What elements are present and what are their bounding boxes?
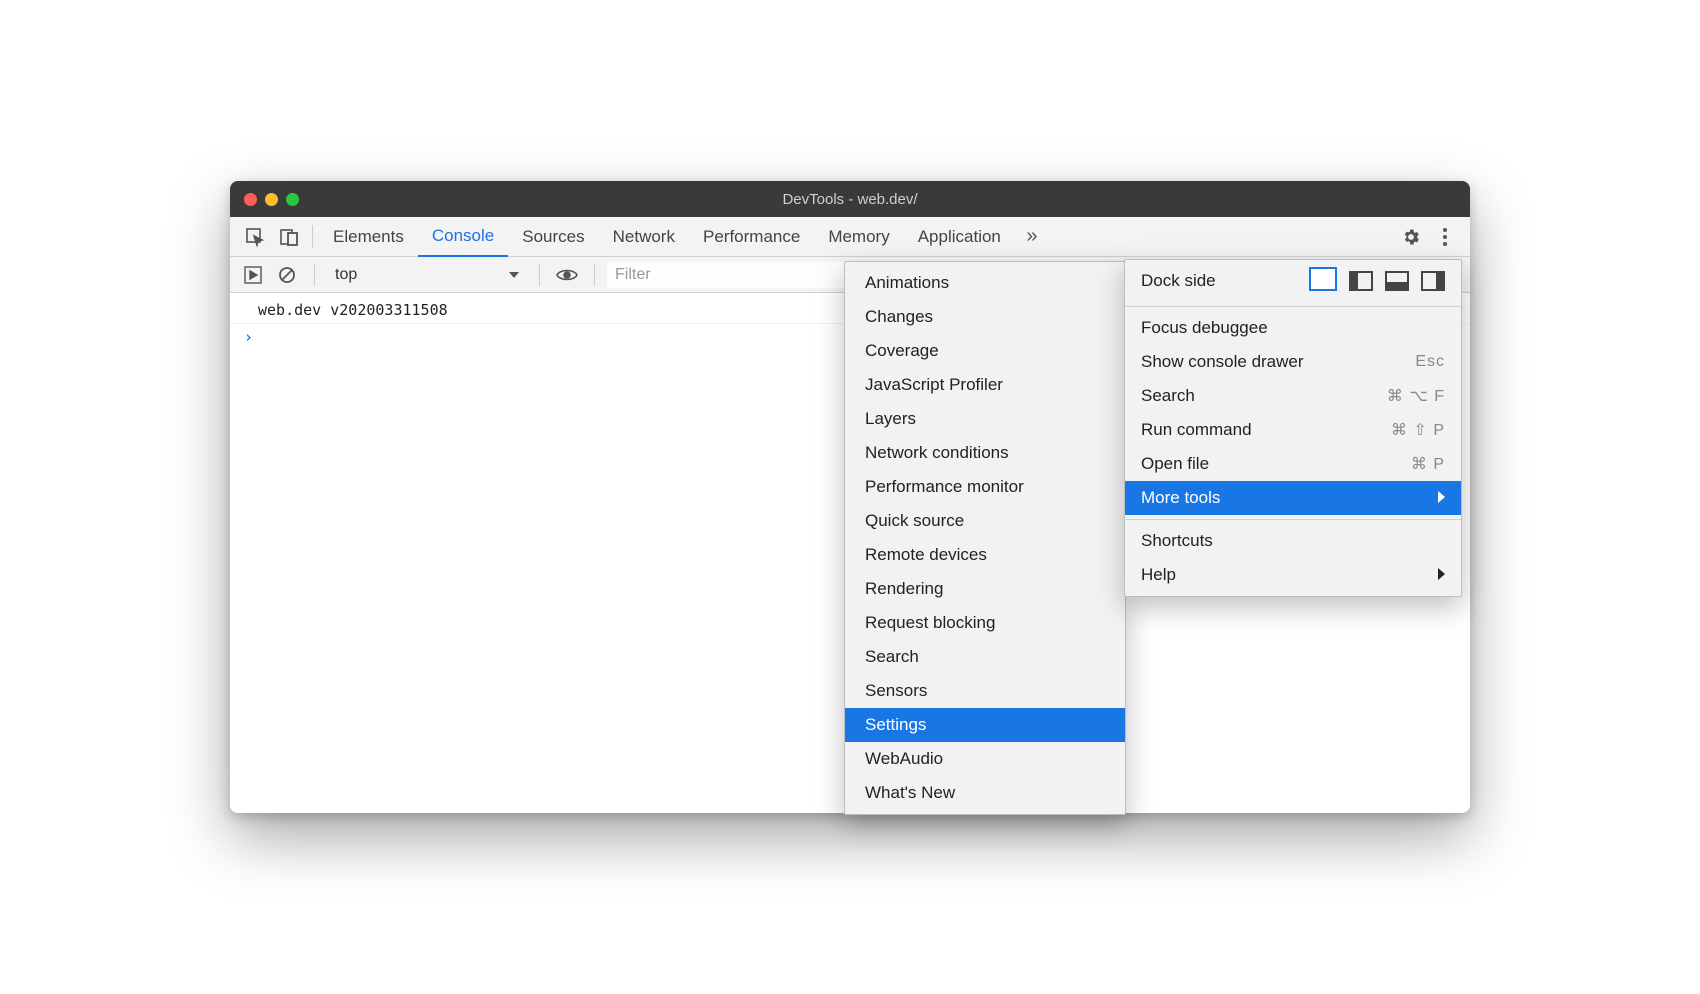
menu-divider bbox=[1125, 306, 1461, 307]
menu-item-label: More tools bbox=[1141, 488, 1220, 508]
dock-undock-icon[interactable] bbox=[1313, 271, 1337, 291]
kebab-menu-icon[interactable] bbox=[1428, 217, 1462, 256]
submenu-item-animations[interactable]: Animations bbox=[845, 266, 1125, 300]
window-minimize-button[interactable] bbox=[265, 193, 278, 206]
separator bbox=[314, 264, 315, 286]
menu-item-more-tools[interactable]: More tools bbox=[1125, 481, 1461, 515]
dock-side-label: Dock side bbox=[1141, 271, 1313, 291]
dock-bottom-icon[interactable] bbox=[1385, 271, 1409, 291]
menu-item-help[interactable]: Help bbox=[1125, 558, 1461, 592]
tab-network[interactable]: Network bbox=[599, 217, 689, 256]
separator bbox=[539, 264, 540, 286]
submenu-chevron-icon bbox=[1438, 565, 1445, 585]
more-tabs-icon[interactable]: » bbox=[1015, 217, 1049, 256]
submenu-chevron-icon bbox=[1438, 488, 1445, 508]
execution-play-icon[interactable] bbox=[238, 261, 268, 289]
menu-item-open-file[interactable]: Open file ⌘ P bbox=[1125, 447, 1461, 481]
menu-item-focus-debuggee[interactable]: Focus debuggee bbox=[1125, 311, 1461, 345]
submenu-item-webaudio[interactable]: WebAudio bbox=[845, 742, 1125, 776]
clear-console-icon[interactable] bbox=[272, 261, 302, 289]
submenu-item-coverage[interactable]: Coverage bbox=[845, 334, 1125, 368]
dock-side-row: Dock side bbox=[1125, 260, 1461, 302]
menu-item-shortcut: ⌘ ⌥ F bbox=[1387, 386, 1445, 406]
separator bbox=[594, 264, 595, 286]
separator bbox=[312, 225, 313, 248]
dock-left-icon[interactable] bbox=[1349, 271, 1373, 291]
menu-item-label: Help bbox=[1141, 565, 1176, 585]
titlebar: DevTools - web.dev/ bbox=[230, 181, 1470, 217]
submenu-item-what-s-new[interactable]: What's New bbox=[845, 776, 1125, 810]
submenu-item-settings[interactable]: Settings bbox=[845, 708, 1125, 742]
tab-memory[interactable]: Memory bbox=[814, 217, 903, 256]
submenu-item-remote-devices[interactable]: Remote devices bbox=[845, 538, 1125, 572]
tab-performance[interactable]: Performance bbox=[689, 217, 814, 256]
device-toolbar-icon[interactable] bbox=[272, 217, 306, 256]
live-expression-eye-icon[interactable] bbox=[552, 261, 582, 289]
tab-elements[interactable]: Elements bbox=[319, 217, 418, 256]
tab-application[interactable]: Application bbox=[904, 217, 1015, 256]
execution-context-select[interactable]: top bbox=[327, 262, 527, 288]
window-title: DevTools - web.dev/ bbox=[230, 191, 1470, 208]
menu-item-label: Shortcuts bbox=[1141, 531, 1213, 551]
main-menu-popup: Dock side Focus debuggee Show console dra… bbox=[1124, 259, 1462, 597]
menu-item-label: Show console drawer bbox=[1141, 352, 1304, 372]
menu-item-label: Open file bbox=[1141, 454, 1209, 474]
submenu-item-quick-source[interactable]: Quick source bbox=[845, 504, 1125, 538]
settings-gear-icon[interactable] bbox=[1394, 217, 1428, 256]
window-zoom-button[interactable] bbox=[286, 193, 299, 206]
menu-item-label: Focus debuggee bbox=[1141, 318, 1268, 338]
submenu-item-performance-monitor[interactable]: Performance monitor bbox=[845, 470, 1125, 504]
inspect-element-icon[interactable] bbox=[238, 217, 272, 256]
more-tools-submenu: AnimationsChangesCoverageJavaScript Prof… bbox=[844, 261, 1126, 815]
submenu-item-network-conditions[interactable]: Network conditions bbox=[845, 436, 1125, 470]
submenu-item-search[interactable]: Search bbox=[845, 640, 1125, 674]
menu-item-run-command[interactable]: Run command ⌘ ⇧ P bbox=[1125, 413, 1461, 447]
menu-item-search[interactable]: Search ⌘ ⌥ F bbox=[1125, 379, 1461, 413]
submenu-item-layers[interactable]: Layers bbox=[845, 402, 1125, 436]
devtools-window: DevTools - web.dev/ ElementsConsoleSourc… bbox=[230, 181, 1470, 813]
submenu-item-javascript-profiler[interactable]: JavaScript Profiler bbox=[845, 368, 1125, 402]
submenu-item-request-blocking[interactable]: Request blocking bbox=[845, 606, 1125, 640]
menu-item-shortcut: ⌘ ⇧ P bbox=[1391, 420, 1445, 440]
menu-divider bbox=[1125, 519, 1461, 520]
window-controls bbox=[244, 193, 299, 206]
tab-console[interactable]: Console bbox=[418, 217, 508, 257]
submenu-item-changes[interactable]: Changes bbox=[845, 300, 1125, 334]
menu-item-label: Run command bbox=[1141, 420, 1252, 440]
console-filter-input[interactable] bbox=[607, 262, 867, 288]
submenu-item-rendering[interactable]: Rendering bbox=[845, 572, 1125, 606]
window-close-button[interactable] bbox=[244, 193, 257, 206]
menu-item-shortcut: Esc bbox=[1415, 353, 1445, 371]
menu-item-shortcut: ⌘ P bbox=[1411, 454, 1445, 474]
submenu-item-sensors[interactable]: Sensors bbox=[845, 674, 1125, 708]
tab-sources[interactable]: Sources bbox=[508, 217, 598, 256]
menu-item-shortcuts[interactable]: Shortcuts bbox=[1125, 524, 1461, 558]
menu-item-show-console-drawer[interactable]: Show console drawer Esc bbox=[1125, 345, 1461, 379]
menu-item-label: Search bbox=[1141, 386, 1195, 406]
dock-right-icon[interactable] bbox=[1421, 271, 1445, 291]
panel-tabs: ElementsConsoleSourcesNetworkPerformance… bbox=[230, 217, 1470, 257]
